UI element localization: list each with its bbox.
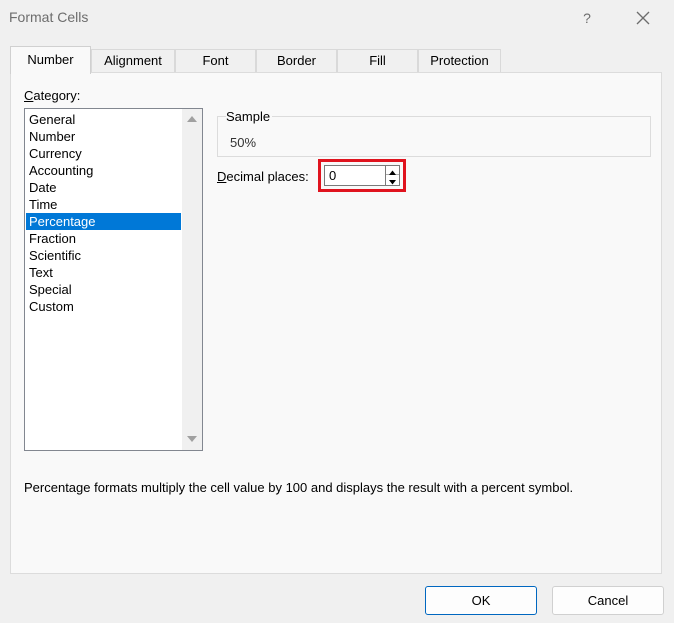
cancel-button[interactable]: Cancel [552, 586, 664, 615]
category-scrollbar[interactable] [182, 109, 202, 450]
scroll-down-arrow-icon[interactable] [186, 434, 198, 444]
spin-down-arrow-icon [389, 180, 396, 185]
spin-up-button[interactable] [386, 166, 399, 175]
category-item-text[interactable]: Text [26, 264, 181, 281]
format-description: Percentage formats multiply the cell val… [24, 480, 574, 495]
category-item-time[interactable]: Time [26, 196, 181, 213]
tab-font[interactable]: Font [175, 49, 256, 73]
decimal-places-highlight: 0 [318, 159, 406, 192]
category-item-special[interactable]: Special [26, 281, 181, 298]
category-item-custom[interactable]: Custom [26, 298, 181, 315]
close-button[interactable] [630, 6, 656, 30]
ok-button[interactable]: OK [425, 586, 537, 615]
tab-protection[interactable]: Protection [418, 49, 501, 73]
number-tab-panel: Category: General Number Currency Accoun… [10, 72, 662, 574]
category-item-date[interactable]: Date [26, 179, 181, 196]
tab-number[interactable]: Number [10, 46, 91, 74]
category-item-number[interactable]: Number [26, 128, 181, 145]
decimal-places-stepper[interactable] [385, 165, 400, 186]
category-item-fraction[interactable]: Fraction [26, 230, 181, 247]
title-bar: Format Cells ? [0, 0, 674, 36]
tab-border[interactable]: Border [256, 49, 337, 73]
window-title: Format Cells [9, 9, 89, 25]
decimal-places-input[interactable]: 0 [324, 165, 385, 186]
category-item-currency[interactable]: Currency [26, 145, 181, 162]
spin-down-button[interactable] [386, 176, 399, 185]
category-item-percentage[interactable]: Percentage [26, 213, 181, 230]
tab-fill[interactable]: Fill [337, 49, 418, 73]
category-item-general[interactable]: General [26, 111, 181, 128]
scroll-up-arrow-icon[interactable] [186, 114, 198, 124]
sample-label: Sample [226, 109, 273, 124]
sample-value: 50% [230, 135, 257, 150]
category-label: Category: [24, 88, 81, 103]
decimal-places-label: Decimal places: [217, 169, 309, 184]
sample-group [217, 116, 651, 157]
category-listbox[interactable]: General Number Currency Accounting Date … [24, 108, 203, 451]
category-item-scientific[interactable]: Scientific [26, 247, 181, 264]
close-icon [636, 11, 650, 25]
category-item-accounting[interactable]: Accounting [26, 162, 181, 179]
help-button[interactable]: ? [574, 6, 600, 30]
tab-strip: Number Alignment Font Border Fill Protec… [10, 46, 664, 74]
tab-alignment[interactable]: Alignment [91, 49, 175, 73]
